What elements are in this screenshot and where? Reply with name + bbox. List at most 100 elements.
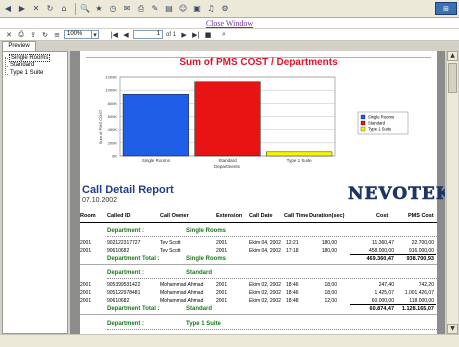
tree-item-type-1-suite[interactable]: Type 1 Suite <box>10 70 43 76</box>
stop-icon[interactable]: ✕ <box>30 3 42 15</box>
zoom-select[interactable]: 100% <box>64 30 92 39</box>
search-icon[interactable]: 🔍 <box>79 3 91 15</box>
legend-label: Single Rooms <box>368 115 394 120</box>
group-total-label: Department Total : <box>107 256 160 262</box>
group-divider <box>107 278 437 279</box>
browser-toolbar: ◀ ▶ ✕ ↻ ⌂ 🔍 ★ ◷ ✉ ⎙ ✎ ▤ ☺ ▣ ♫ ⚙ <box>0 0 459 18</box>
table-cell: 905122978481 <box>107 290 141 296</box>
export-icon[interactable]: ⇪ <box>28 30 38 40</box>
report-viewer-toolbar: ✕ ⎙ ⇪ ↻ ≡ 100% ▾ |◀ ◀ 1 of 1 ▶ ▶| ■ ⌕ <box>0 29 459 41</box>
bar-standard <box>194 81 261 157</box>
legend-swatch <box>360 126 366 132</box>
column-header-cost: Cost <box>376 213 389 219</box>
x-tick-label: Single Rooms <box>142 158 171 163</box>
table-cell: 902122317727 <box>107 240 141 246</box>
table-cell: 2001 <box>216 248 228 254</box>
table-cell: Ekim 02, 2002 <box>249 298 281 304</box>
close-window-link[interactable]: Close Window <box>0 19 459 28</box>
scroll-down-icon[interactable]: ▼ <box>447 324 458 334</box>
tree-item-standard[interactable]: Standard <box>10 62 34 68</box>
report-page: Sum of PMS COST / Departments 1200K 1000K… <box>80 51 445 334</box>
table-cell: 2001 <box>80 290 92 296</box>
refresh-icon[interactable]: ↻ <box>44 3 56 15</box>
toggle-group-tree-icon[interactable]: ≡ <box>52 30 62 40</box>
page-total-label: of 1 <box>166 31 177 38</box>
y-tick-label: 600K <box>108 114 118 119</box>
stop-loading-icon[interactable]: ■ <box>203 30 213 40</box>
total-divider <box>350 304 436 305</box>
tree-connector <box>5 58 8 59</box>
table-cell: 2001 <box>80 248 92 254</box>
column-header-duration: Duration(sec) <box>309 213 345 219</box>
page-number-input[interactable]: 1 <box>133 30 163 39</box>
nevotek-logo: NEVOTEK <box>348 184 445 205</box>
forward-icon[interactable]: ▶ <box>16 3 28 15</box>
bar-type-1-suite <box>266 151 333 157</box>
back-icon[interactable]: ◀ <box>2 3 14 15</box>
group-total-label: Department Total : <box>107 306 160 312</box>
last-page-icon[interactable]: ▶| <box>191 30 201 40</box>
table-cell: 17:18 <box>286 248 299 254</box>
crystal-report-viewer-window: ◀ ▶ ✕ ↻ ⌂ 🔍 ★ ◷ ✉ ⎙ ✎ ▤ ☺ ▣ ♫ ⚙ ⊞ Close … <box>0 0 459 347</box>
table-cell: 18,00 <box>324 282 337 288</box>
table-cell: 18,00 <box>324 290 337 296</box>
table-cell: 18:46 <box>286 290 299 296</box>
group-tree-panel: Single Rooms Standard Type 1 Suite <box>2 51 68 334</box>
total-divider <box>350 254 436 255</box>
messenger-icon[interactable]: ☺ <box>177 3 189 15</box>
report-title: Call Detail Report <box>82 184 174 196</box>
table-cell: Tev Scott <box>160 248 181 254</box>
chart-y-ticks: 1200K 1000K 800K 600K 400K 200K 0K <box>105 75 117 159</box>
find-binoculars-icon[interactable]: ⌕ <box>219 30 229 40</box>
y-tick-label: 1000K <box>105 88 117 93</box>
group-divider <box>107 236 437 237</box>
vertical-scrollbar[interactable]: ▲ ▼ <box>446 51 458 334</box>
table-cell: 180,00 <box>321 240 337 246</box>
history-icon[interactable]: ◷ <box>107 3 119 15</box>
research-icon[interactable]: ▣ <box>191 3 203 15</box>
close-view-icon[interactable]: ✕ <box>4 30 14 40</box>
table-cell: 1.001.426,07 <box>404 290 434 296</box>
status-bar <box>0 334 459 347</box>
report-preview-area: Sum of PMS COST / Departments 1200K 1000K… <box>70 51 445 334</box>
table-cell: Tev Scott <box>160 240 181 246</box>
table-cell: Ekim 04, 2002 <box>249 248 281 254</box>
chevron-down-icon[interactable]: ▾ <box>91 30 99 39</box>
table-cell: 2001 <box>80 282 92 288</box>
print-icon[interactable]: ⎙ <box>135 3 147 15</box>
media-icon[interactable]: ♫ <box>205 3 217 15</box>
legend-swatch <box>360 114 366 120</box>
favorites-icon[interactable]: ★ <box>93 3 105 15</box>
table-cell: 12,00 <box>324 298 337 304</box>
group-department-label: Department : <box>107 321 145 327</box>
tree-connector <box>5 66 8 67</box>
scroll-thumb[interactable] <box>448 63 457 93</box>
y-tick-label: 800K <box>108 101 118 106</box>
report-date: 07.10.2002 <box>82 197 118 204</box>
windows-logo-icon: ⊞ <box>435 2 457 15</box>
discuss-icon[interactable]: ▤ <box>163 3 175 15</box>
chart-legend: Single RoomsStandardType 1 Suite <box>357 111 409 135</box>
table-cell: 180,00 <box>321 248 337 254</box>
column-header-called-id: Called ID <box>107 213 131 219</box>
group-department-label: Department : <box>107 270 145 276</box>
x-tick-label: Type 1 Suite <box>287 158 313 163</box>
y-tick-label: 200K <box>108 140 118 145</box>
table-cell: 18:48 <box>286 298 299 304</box>
previous-page-icon[interactable]: ◀ <box>121 30 131 40</box>
table-cell: Ekim 02, 2002 <box>249 282 281 288</box>
edit-icon[interactable]: ✎ <box>149 3 161 15</box>
print-report-icon[interactable]: ⎙ <box>16 30 26 40</box>
home-icon[interactable]: ⌂ <box>58 3 70 15</box>
tree-connector <box>5 74 8 75</box>
group-total-name: Standard <box>186 306 213 312</box>
mail-icon[interactable]: ✉ <box>121 3 133 15</box>
tools-icon[interactable]: ⚙ <box>219 3 231 15</box>
group-total-pms: 938.700,93 <box>406 256 434 262</box>
refresh-report-icon[interactable]: ↻ <box>40 30 50 40</box>
tree-item-single-rooms[interactable]: Single Rooms <box>9 54 51 62</box>
scroll-up-icon[interactable]: ▲ <box>447 51 458 61</box>
tab-preview[interactable]: Preview <box>2 41 36 51</box>
next-page-icon[interactable]: ▶ <box>179 30 189 40</box>
first-page-icon[interactable]: |◀ <box>109 30 119 40</box>
